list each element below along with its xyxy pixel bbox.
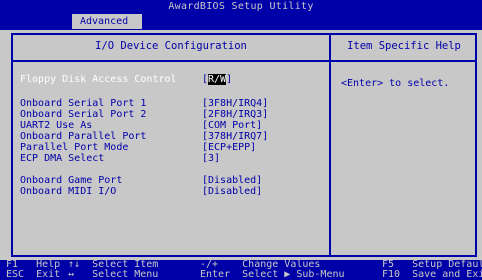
desc-submenu: Select ▶ Sub-Menu [242, 269, 345, 280]
setting-value-parallel-port[interactable]: [378H/IRQ7] [202, 131, 268, 142]
desc-save-exit: Save and Exit [412, 269, 482, 280]
setting-value-game-port[interactable]: [Disabled] [202, 175, 262, 186]
key-enter: Enter [200, 269, 231, 280]
setting-label-serial-port-2[interactable]: Onboard Serial Port 2 [20, 109, 146, 120]
setting-value-ecp-dma[interactable]: [3] [202, 153, 220, 164]
setting-label-floppy-access[interactable]: Floppy Disk Access Control [20, 74, 177, 85]
desc-select-menu: Select Menu [92, 269, 159, 280]
menu-bar: Advanced [0, 13, 482, 30]
selected-value[interactable]: R/W [208, 74, 227, 85]
legend-arrows-lr: ↔ Select Menu [68, 270, 158, 280]
legend-enter: Enter Select ▶ Sub-Menu [200, 270, 345, 280]
legend-esc: ESC Exit [6, 270, 60, 280]
key-legend: F1 Help ESC Exit ↑↓ Select Item ↔ Select… [0, 260, 482, 280]
legend-f10: F10 Save and Exit [382, 270, 482, 280]
desc-exit: Exit [36, 269, 61, 280]
setting-value-uart2[interactable]: [COM Port] [202, 120, 262, 131]
value-bracket-close: ] [226, 74, 233, 85]
help-text: <Enter> to select. [341, 78, 450, 89]
page-title: I/O Device Configuration [95, 40, 247, 52]
key-esc: ESC [6, 269, 25, 280]
setting-label-ecp-dma[interactable]: ECP DMA Select [20, 153, 104, 164]
key-f10: F10 [382, 269, 401, 280]
window-title: AwardBIOS Setup Utility [0, 0, 482, 13]
setting-value-serial-port-1[interactable]: [3F8H/IRQ4] [202, 98, 268, 109]
setting-label-midi[interactable]: Onboard MIDI I/O [20, 186, 116, 197]
setting-label-serial-port-1[interactable]: Onboard Serial Port 1 [20, 98, 146, 109]
panel-divider [329, 33, 331, 257]
setting-label-game-port[interactable]: Onboard Game Port [20, 175, 122, 186]
setting-value-midi[interactable]: [Disabled] [202, 186, 262, 197]
header-divider [11, 60, 477, 62]
setting-value-serial-port-2[interactable]: [2F8H/IRQ3] [202, 109, 268, 120]
setting-label-parallel-port[interactable]: Onboard Parallel Port [20, 131, 146, 142]
tab-advanced[interactable]: Advanced [72, 14, 142, 29]
setting-value-floppy-access[interactable]: [R/W] [202, 74, 232, 85]
leftright-arrow-icon: ↔ [68, 269, 75, 280]
help-title: Item Specific Help [347, 40, 461, 52]
bios-screen: AwardBIOS Setup Utility Advanced I/O Dev… [0, 0, 482, 280]
setting-label-uart2[interactable]: UART2 Use As [20, 120, 92, 131]
setting-value-parallel-mode[interactable]: [ECP+EPP] [202, 142, 256, 153]
setting-label-parallel-mode[interactable]: Parallel Port Mode [20, 142, 128, 153]
